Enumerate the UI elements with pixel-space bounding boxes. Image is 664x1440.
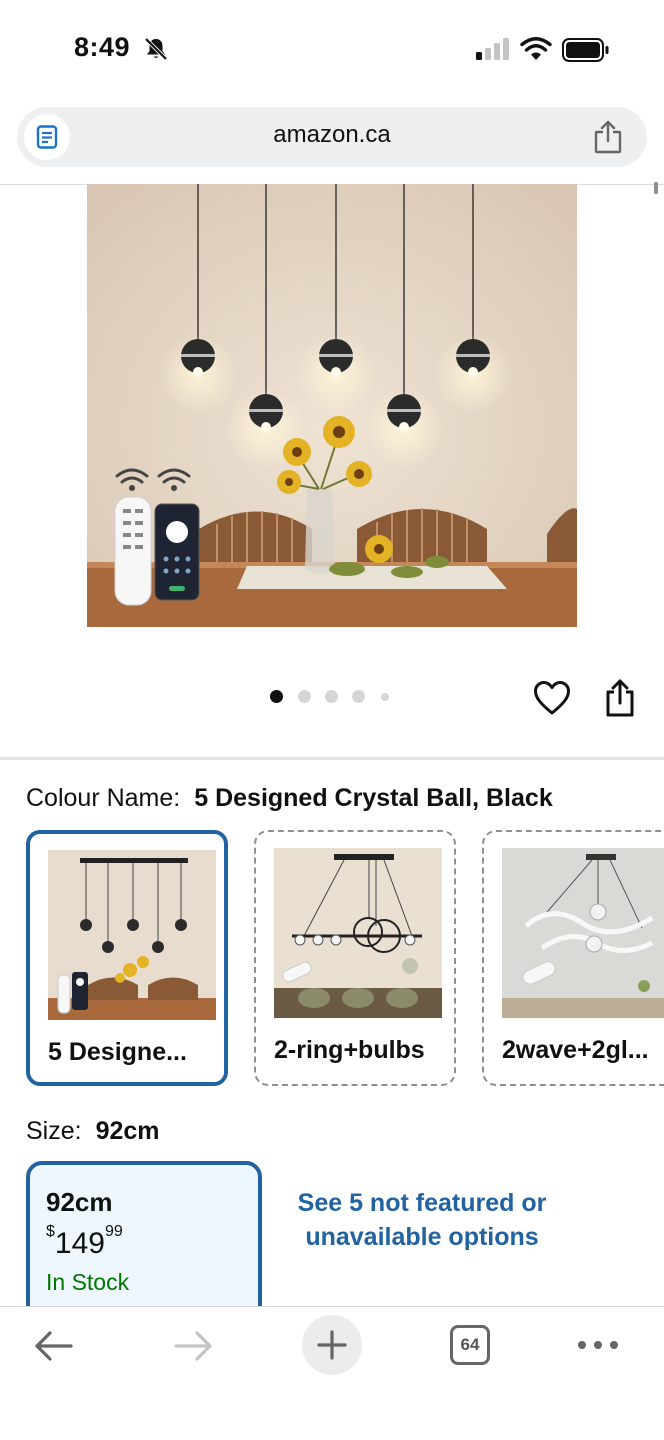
- colour-option-thumbnail: [502, 848, 664, 1018]
- cellular-signal-icon: [476, 38, 509, 60]
- price-currency: $: [46, 1223, 55, 1240]
- status-time: 8:49: [74, 32, 131, 62]
- plus-icon: [317, 1330, 347, 1360]
- size-selected-value: 92cm: [95, 1117, 160, 1145]
- colour-selected-value: 5 Designed Crystal Ball, Black: [194, 784, 553, 812]
- colour-option-thumbnail: [48, 850, 216, 1020]
- colour-option-selected[interactable]: 5 Designe...: [26, 830, 228, 1086]
- product-image[interactable]: [87, 184, 577, 627]
- carousel-dot[interactable]: [325, 690, 338, 703]
- battery-icon: [562, 38, 609, 62]
- colour-option-label: 2-ring+bulbs: [274, 1036, 425, 1064]
- wishlist-heart-icon[interactable]: [533, 680, 571, 716]
- stock-status: In Stock: [46, 1269, 130, 1295]
- price-fraction: 99: [104, 1223, 123, 1240]
- price-whole: 149: [54, 1227, 105, 1260]
- carousel-dot[interactable]: [298, 690, 311, 703]
- silent-bell-icon: [144, 37, 168, 61]
- carousel-dot[interactable]: [270, 690, 283, 703]
- size-option-price: $14999: [46, 1223, 123, 1261]
- size-row: Size: 92cm: [26, 1117, 160, 1146]
- colour-option-label: 2wave+2gl...: [502, 1036, 649, 1064]
- size-label: Size:: [26, 1117, 82, 1145]
- back-arrow-icon[interactable]: [33, 1329, 75, 1363]
- colour-label: Colour Name:: [26, 784, 181, 812]
- image-carousel-dots[interactable]: [270, 690, 395, 706]
- browser-toolbar: 64: [0, 1306, 664, 1440]
- size-option-name: 92cm: [46, 1187, 113, 1217]
- share-product-icon[interactable]: [604, 678, 636, 718]
- address-bar[interactable]: amazon.ca: [17, 107, 647, 167]
- colour-option[interactable]: 2-ring+bulbs: [254, 830, 456, 1086]
- scrollbar[interactable]: [654, 182, 658, 194]
- share-icon[interactable]: [593, 120, 623, 154]
- colour-option-label: 5 Designe...: [48, 1038, 187, 1066]
- colour-option-thumbnail: [274, 848, 442, 1018]
- see-unavailable-options-link[interactable]: See 5 not featured or unavailable option…: [282, 1186, 562, 1254]
- colour-option[interactable]: 2wave+2gl...: [482, 830, 664, 1086]
- carousel-dot[interactable]: [352, 690, 365, 703]
- new-tab-button[interactable]: [302, 1315, 362, 1375]
- colour-name-row: Colour Name: 5 Designed Crystal Ball, Bla…: [26, 784, 553, 813]
- wifi-icon: [520, 37, 552, 60]
- tab-switcher-button[interactable]: 64: [450, 1325, 490, 1365]
- url-text[interactable]: amazon.ca: [17, 121, 647, 149]
- carousel-dot[interactable]: [381, 693, 389, 701]
- size-option-selected[interactable]: 92cm $14999 In Stock: [26, 1161, 262, 1321]
- more-options-icon[interactable]: [576, 1335, 620, 1355]
- status-bar: 8:49: [0, 0, 664, 96]
- forward-arrow-icon[interactable]: [172, 1329, 214, 1363]
- section-divider: [0, 757, 664, 760]
